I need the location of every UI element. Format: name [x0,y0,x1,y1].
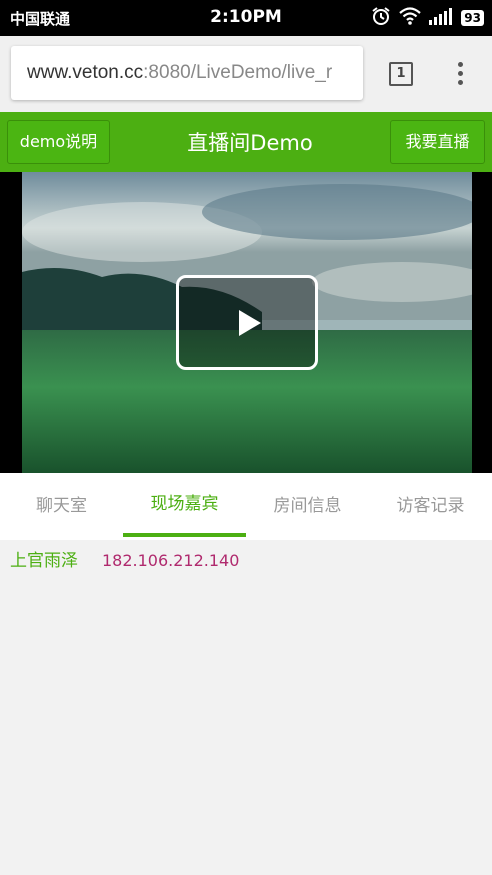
browser-toolbar: www.veton.cc:8080/LiveDemo/live_r 1 [0,36,492,112]
url-path: :8080/LiveDemo/live_r [143,62,333,83]
tab-visitor-log[interactable]: 访客记录 [369,473,492,540]
demo-info-button[interactable]: demo说明 [7,120,110,164]
menu-icon[interactable] [455,62,465,88]
play-icon [239,310,261,336]
tab-room-info[interactable]: 房间信息 [246,473,369,540]
tab-bar: 聊天室 现场嘉宾 房间信息 访客记录 [0,473,492,540]
guest-name: 上官雨泽 [10,551,78,571]
url-text[interactable]: www.veton.cc:8080/LiveDemo/live_r [27,62,332,84]
tabs-icon[interactable]: 1 [389,62,413,86]
start-live-button[interactable]: 我要直播 [390,120,485,164]
wifi-icon [399,7,422,29]
status-icons: 93 [371,7,484,29]
app-header: demo说明 直播间Demo 我要直播 [0,112,492,172]
alarm-icon [371,6,391,30]
play-button[interactable] [176,275,318,370]
page-title: 直播间Demo [187,131,313,155]
status-bar: 中国联通 2:10PM 93 [0,0,492,36]
signal-icon [429,7,453,29]
url-host: www.veton.cc [27,62,144,83]
battery-icon: 93 [461,10,484,26]
guest-ip: 182.106.212.140 [102,551,240,570]
tab-live-guests[interactable]: 现场嘉宾 [123,473,246,540]
tab-chat-room[interactable]: 聊天室 [0,473,123,540]
list-item: 上官雨泽 182.106.212.140 [10,546,239,571]
url-bar[interactable]: www.veton.cc:8080/LiveDemo/live_r [11,46,363,100]
